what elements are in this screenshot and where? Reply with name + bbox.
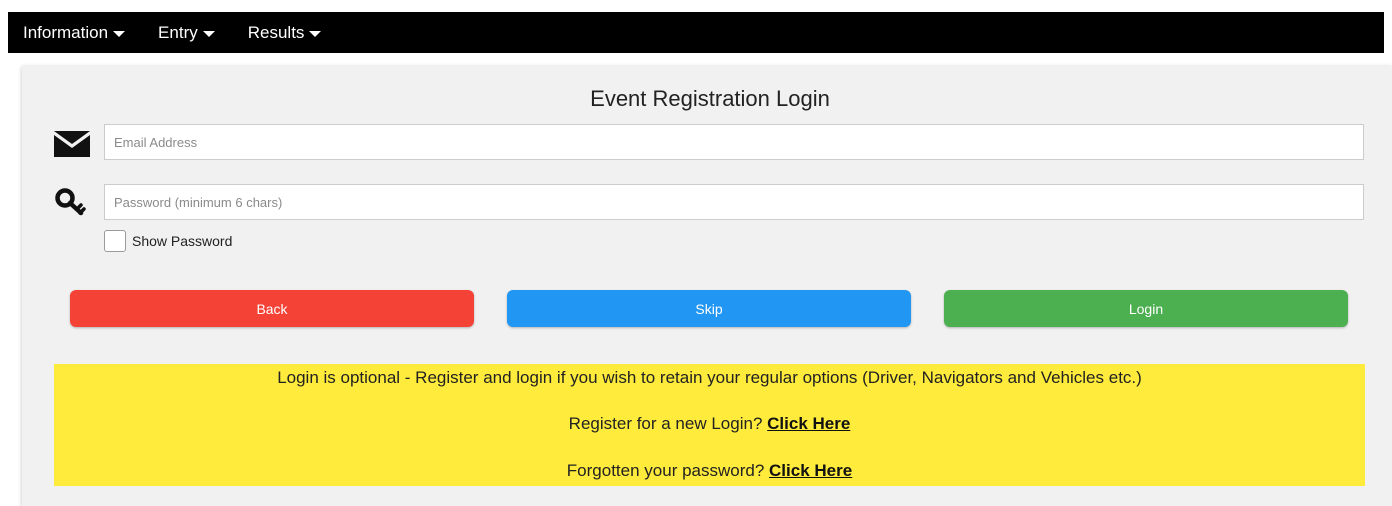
caret-down-icon (113, 30, 126, 37)
nav-item-label: Information (23, 22, 109, 42)
show-password-checkbox[interactable] (104, 230, 126, 252)
register-prompt: Register for a new Login? (568, 414, 763, 433)
login-notice: Login is optional - Register and login i… (54, 364, 1365, 486)
nav-item-information[interactable]: Information (23, 22, 126, 43)
skip-button[interactable]: Skip (507, 290, 911, 327)
envelope-icon (52, 124, 92, 162)
back-button-label: Back (256, 300, 288, 317)
login-panel: Event Registration Login Show Password B… (22, 66, 1392, 506)
caret-down-icon (202, 30, 215, 37)
back-button[interactable]: Back (70, 290, 474, 327)
key-icon (52, 183, 92, 221)
login-button-label: Login (1128, 300, 1164, 317)
show-password-toggle[interactable]: Show Password (104, 230, 232, 252)
password-field[interactable] (104, 184, 1364, 220)
skip-button-label: Skip (695, 300, 723, 317)
nav-item-results[interactable]: Results (248, 23, 322, 43)
forgot-password-link[interactable]: Click Here (769, 461, 852, 480)
notice-register-line: Register for a new Login? Click Here (54, 414, 1365, 434)
page-title: Event Registration Login (590, 86, 830, 111)
notice-forgot-line: Forgotten your password? Click Here (54, 461, 1365, 481)
top-navbar: Information Entry Results (8, 12, 1384, 53)
caret-down-icon (309, 30, 322, 37)
login-button[interactable]: Login (944, 290, 1348, 327)
email-field[interactable] (104, 124, 1364, 160)
forgot-prompt: Forgotten your password? (566, 461, 765, 480)
notice-optional-text: Login is optional - Register and login i… (277, 368, 1142, 387)
nav-item-label: Entry (158, 22, 198, 42)
register-link[interactable]: Click Here (767, 414, 850, 433)
nav-item-label: Results (247, 22, 305, 42)
show-password-label: Show Password (132, 233, 233, 249)
nav-item-entry[interactable]: Entry (158, 23, 215, 43)
